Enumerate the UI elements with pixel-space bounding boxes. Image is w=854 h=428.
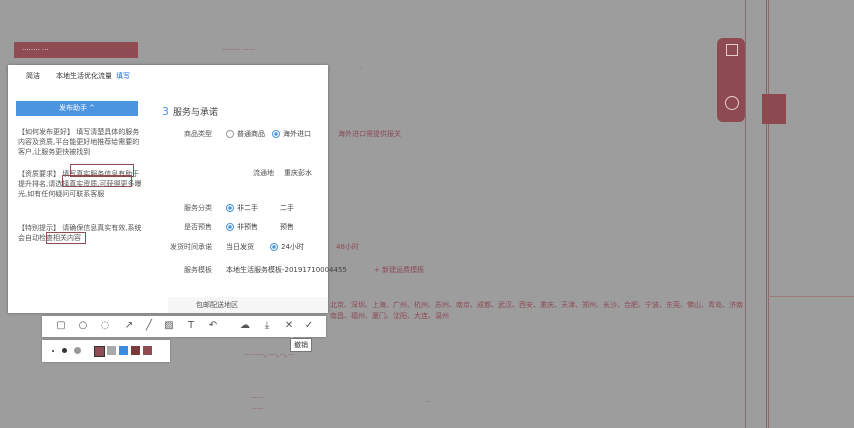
radio-option[interactable]: 非二手	[226, 203, 258, 213]
cloud-icon[interactable]: ☁	[238, 319, 252, 333]
pen-tool-icon[interactable]: ╱	[142, 319, 156, 333]
screenshot-selection-dialog: 简洁 本地生活优化流量 填写 发布助手 ^ 【如何发布更好】 填写清楚具体的服务…	[8, 65, 424, 313]
divider	[766, 296, 854, 297]
tab-simple[interactable]: 简洁	[26, 71, 40, 81]
background-cities-row2: 南昌、福州、厦门、沈阳、大连、温州	[330, 312, 449, 320]
option-label: 当日发货	[226, 243, 254, 251]
tab-fill[interactable]: 填写	[116, 71, 130, 81]
background-top-link: ········ ······	[222, 46, 256, 54]
undo-icon[interactable]: ↶	[206, 319, 220, 333]
color-swatch[interactable]	[107, 346, 116, 355]
screenshot-toolbar: ▢ ○ ◌ ↗ ╱ ▨ T ↶ ☁ ⤓ ✕ ✓	[42, 316, 326, 337]
new-template-link[interactable]: + 新建运费模板	[374, 265, 424, 275]
section-title: 3 服务与承诺	[162, 105, 218, 118]
location-value[interactable]: 重庆彭水	[284, 168, 312, 178]
color-swatch[interactable]	[94, 346, 105, 357]
background-footer-line: ·····	[252, 405, 264, 413]
tag-icon	[726, 44, 738, 56]
row-note: 48小时	[336, 243, 359, 251]
option-label: 普通商品	[237, 130, 265, 138]
radio-option[interactable]: 当日发货	[226, 242, 254, 252]
row-label: 流通地	[253, 169, 274, 177]
download-icon[interactable]: ⤓	[260, 319, 274, 333]
tooltip: 撤销	[290, 338, 312, 352]
text-tool-icon[interactable]: T	[184, 319, 198, 333]
bubble-tool-icon[interactable]: ◌	[98, 319, 112, 333]
radio-selected-icon	[270, 243, 278, 251]
row-label: 发货时间承诺	[170, 243, 212, 251]
ellipse-tool-icon[interactable]: ○	[76, 319, 90, 333]
option-label: 预售	[280, 223, 294, 231]
background-footer-mark: ··	[426, 398, 431, 406]
size-small-icon[interactable]	[52, 350, 54, 352]
size-large-icon[interactable]	[74, 347, 81, 354]
background-cities-row3: ·········、····、··、···	[244, 351, 295, 359]
radio-selected-icon	[272, 130, 280, 138]
tab-local-traffic[interactable]: 本地生活优化流量	[56, 71, 112, 81]
radio-option[interactable]: 海外进口	[272, 129, 311, 139]
radio-option[interactable]: 24小时	[270, 242, 304, 252]
background-mark: ·	[360, 64, 363, 72]
annotation-box[interactable]	[62, 175, 132, 187]
radio-icon	[226, 130, 234, 138]
section-title-text: 服务与承诺	[173, 108, 219, 118]
option-label: 非二手	[237, 204, 258, 212]
annotation-box[interactable]	[46, 232, 86, 244]
background-cities-row1: 北京、深圳、上海、广州、杭州、苏州、南京、成都、武汉、西安、重庆、天津、郑州、长…	[330, 301, 743, 309]
color-swatch[interactable]	[119, 346, 128, 355]
radio-option[interactable]: 二手	[280, 203, 294, 213]
row-label: 服务模板	[184, 266, 212, 274]
check-icon[interactable]: ✓	[302, 319, 316, 333]
radio-option[interactable]: 普通商品	[226, 129, 265, 139]
option-label: 海外进口	[283, 130, 311, 138]
divider	[766, 0, 767, 428]
publish-assistant-button[interactable]: 发布助手 ^	[16, 101, 138, 116]
row-note: 海外进口需提供报关	[338, 130, 401, 138]
row-label: 服务分类	[184, 204, 212, 212]
arrow-tool-icon[interactable]: ↗	[122, 319, 136, 333]
section-number: 3	[162, 105, 169, 118]
option-label: 二手	[280, 204, 294, 212]
radio-option[interactable]: 非预售	[226, 222, 258, 232]
row-label: 是否预售	[184, 223, 212, 231]
style-palette	[42, 340, 170, 362]
background-footer-line: ······	[250, 394, 264, 402]
circle-icon	[725, 96, 739, 110]
row-label: 商品类型	[184, 130, 212, 138]
row-label: 包邮配送地区	[196, 301, 238, 309]
radio-selected-icon	[226, 204, 234, 212]
mosaic-tool-icon[interactable]: ▨	[162, 319, 176, 333]
option-label: 非预售	[237, 223, 258, 231]
size-medium-icon[interactable]	[62, 348, 67, 353]
rect-tool-icon[interactable]: ▢	[54, 319, 68, 333]
color-swatch[interactable]	[131, 346, 140, 355]
option-label: 24小时	[281, 243, 304, 251]
radio-option[interactable]: 预售	[280, 222, 294, 232]
bookmark-widget[interactable]	[717, 38, 745, 122]
right-accent-block	[762, 94, 786, 124]
template-value[interactable]: 本地生活服务模板-20191710004455	[226, 265, 347, 275]
color-swatch[interactable]	[143, 346, 152, 355]
background-badge: ········ ···	[14, 42, 138, 58]
help-paragraph: 【如何发布更好】 填写清楚具体的服务内容及资质,平台能更好地推荐给需要的客户,让…	[18, 128, 140, 156]
dialog-tabs: 简洁 本地生活优化流量 填写	[8, 65, 328, 87]
radio-selected-icon	[226, 223, 234, 231]
